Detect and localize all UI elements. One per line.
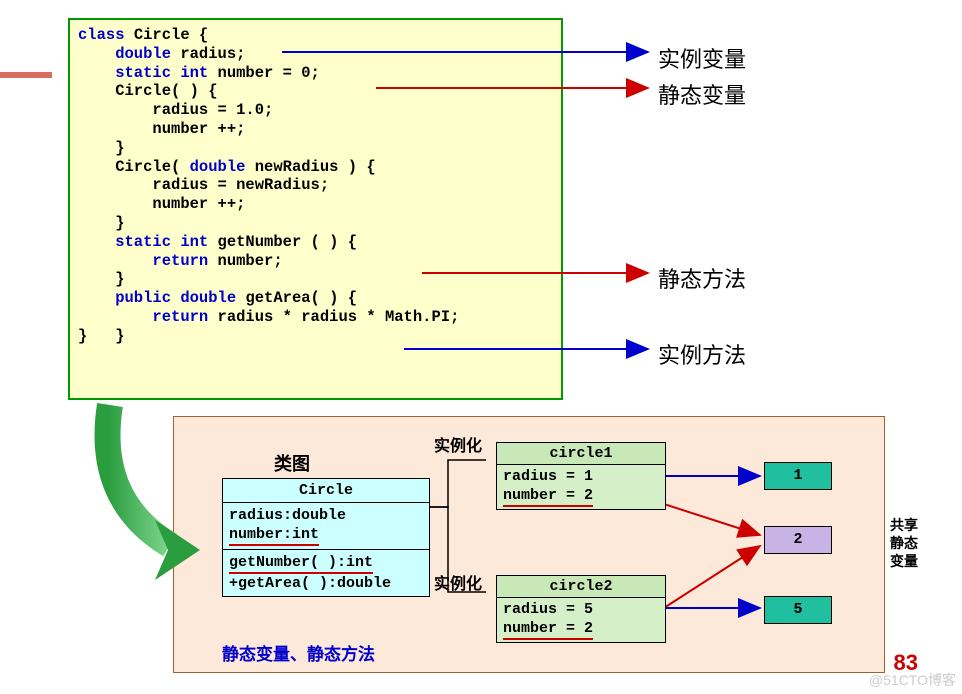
watermark: @51CTO博客 — [869, 670, 956, 690]
label-instantiate-1: 实例化 — [434, 432, 482, 456]
value-box-5: 5 — [764, 596, 832, 624]
label-static-variable: 静态变量 — [658, 78, 746, 110]
label-instance-method: 实例方法 — [658, 338, 746, 370]
label-static-method: 静态方法 — [658, 262, 746, 294]
code-block: class Circle { double radius; static int… — [68, 18, 563, 400]
footer-note: 静态变量、静态方法 — [222, 640, 375, 665]
uml-class-name: Circle — [223, 479, 429, 503]
label-class-diagram: 类图 — [274, 450, 310, 476]
value-box-1: 1 — [764, 462, 832, 490]
label-instantiate-2: 实例化 — [434, 570, 482, 594]
instance-circle1: circle1 radius = 1 number = 2 — [496, 442, 666, 510]
value-box-2: 2 — [764, 526, 832, 554]
uml-attributes: radius:double number:int — [223, 503, 429, 550]
label-shared-static: 共享 静态 变量 — [890, 516, 918, 570]
uml-operations: getNumber( ):int +getArea( ):double — [223, 550, 429, 596]
code-line: class — [78, 26, 134, 44]
left-decor-bar — [0, 72, 52, 78]
uml-class-box: Circle radius:double number:int getNumbe… — [222, 478, 430, 597]
label-instance-variable: 实例变量 — [658, 42, 746, 74]
instance-circle2: circle2 radius = 5 number = 2 — [496, 575, 666, 643]
